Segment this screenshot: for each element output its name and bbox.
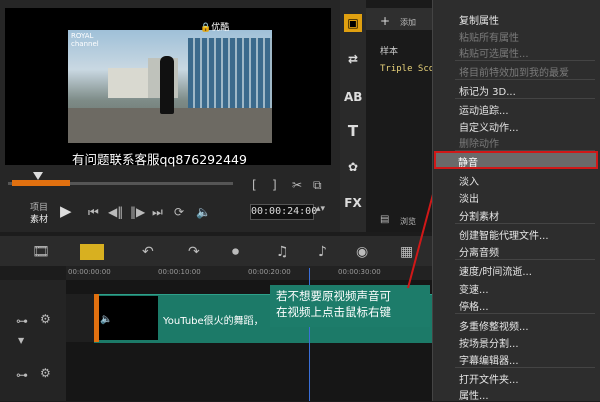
menu-item-copy-attributes[interactable]: 复制属性 bbox=[459, 12, 499, 27]
menu-item-paste-all-attributes[interactable]: 粘贴所有属性 bbox=[459, 29, 519, 44]
lock-track-icon[interactable]: ⊶ bbox=[16, 314, 28, 328]
timeline-view-icon[interactable] bbox=[80, 244, 104, 260]
youku-watermark: 🔒优酷 bbox=[200, 23, 230, 33]
menu-item-speed-time-lapse[interactable]: 速度/时间流逝... bbox=[459, 263, 532, 278]
text-icon[interactable]: T bbox=[344, 122, 362, 140]
menu-item-split-audio[interactable]: 分离音频 bbox=[459, 244, 499, 259]
menu-separator bbox=[455, 98, 595, 99]
menu-separator bbox=[455, 79, 595, 80]
menu-item-add-to-favorites[interactable]: 将目前特效加到我的最爱 bbox=[459, 64, 569, 79]
mark-out-button[interactable]: ] bbox=[272, 178, 277, 192]
clip-title: YouTube很火的舞蹈， bbox=[163, 316, 264, 327]
go-end-icon[interactable]: ⏭ bbox=[152, 205, 163, 220]
menu-item-variable-speed[interactable]: 变速... bbox=[459, 281, 489, 296]
video-caption: 有问题联系客服qq876292449 bbox=[72, 152, 247, 167]
track-header: ⊶ ⚙ ▼ ⊶ ⚙ bbox=[0, 280, 66, 401]
glass-building bbox=[188, 38, 272, 108]
add-label[interactable]: 添加 bbox=[400, 17, 416, 28]
undo-icon[interactable]: ↶ bbox=[142, 244, 154, 260]
annotation-line-2: 在视频上点击鼠标右键 bbox=[276, 305, 391, 319]
redo-icon[interactable]: ↷ bbox=[188, 244, 200, 260]
add-icon[interactable]: + bbox=[380, 14, 390, 28]
menu-item-fade-out[interactable]: 淡出 bbox=[459, 190, 479, 205]
storyboard-view-icon[interactable]: 🎞 bbox=[32, 244, 50, 260]
title-ab-icon[interactable]: AB bbox=[344, 88, 362, 106]
menu-item-fade-in[interactable]: 淡入 bbox=[459, 173, 479, 188]
menu-item-custom-motion[interactable]: 自定义动作... bbox=[459, 119, 519, 134]
repeat-icon[interactable]: ⟳ bbox=[174, 205, 184, 219]
background-building bbox=[108, 68, 148, 98]
prev-frame-icon[interactable]: ◀‖ bbox=[108, 205, 123, 219]
annotation-arrow-icon bbox=[407, 162, 445, 289]
ruler-tick: 00:00:10:00 bbox=[158, 268, 201, 276]
menu-item-mark-3d[interactable]: 标记为 3D... bbox=[459, 83, 516, 98]
media-icon[interactable]: ▣ bbox=[344, 14, 362, 32]
menu-item-mute-label: 静音 bbox=[458, 158, 478, 169]
trim-selection[interactable] bbox=[12, 180, 70, 186]
next-frame-icon[interactable]: ‖▶ bbox=[130, 205, 145, 219]
playhead-marker[interactable] bbox=[33, 172, 43, 180]
mode-clip-label[interactable]: 素材 bbox=[30, 212, 48, 225]
audio-speaker-icon: 🔈 bbox=[100, 314, 113, 325]
overlay-track-icon[interactable]: ⚙ bbox=[40, 366, 51, 380]
menu-item-freeze-frame[interactable]: 停格... bbox=[459, 298, 489, 313]
menu-item-paste-selected-attributes[interactable]: 粘贴可选属性... bbox=[459, 45, 529, 60]
link-track-icon[interactable]: ⊶ bbox=[16, 368, 28, 382]
context-menu: 复制属性 粘贴所有属性 粘贴可选属性... 将目前特效加到我的最爱 标记为 3D… bbox=[432, 0, 600, 402]
menu-separator bbox=[455, 223, 595, 224]
menu-item-subtitle-editor[interactable]: 字幕编辑器... bbox=[459, 352, 519, 367]
expand-track-icon[interactable]: ▼ bbox=[18, 336, 24, 345]
transition-icon[interactable]: ⇄ bbox=[344, 50, 362, 68]
clip-trim-handle[interactable] bbox=[94, 294, 99, 342]
menu-separator bbox=[455, 60, 595, 61]
menu-item-properties[interactable]: 属性... bbox=[459, 387, 489, 402]
menu-item-delete-motion[interactable]: 删除动作 bbox=[459, 135, 499, 150]
menu-item-split-clip[interactable]: 分割素材 bbox=[459, 208, 499, 223]
volume-icon[interactable]: 🔈 bbox=[196, 205, 211, 219]
channel-logo: ROYAL channel bbox=[71, 32, 99, 48]
library-item[interactable]: Triple Sco bbox=[380, 64, 434, 74]
record-capture-icon[interactable]: ⏺ bbox=[232, 244, 239, 260]
sample-label: 样本 bbox=[380, 47, 399, 57]
audio-mixer-icon[interactable]: ♫ bbox=[276, 244, 289, 260]
menu-item-multi-trim-video[interactable]: 多重修整视频... bbox=[459, 318, 529, 333]
dancer-figure bbox=[160, 56, 174, 114]
menu-separator bbox=[455, 259, 595, 260]
ruler-tick: 00:00:20:00 bbox=[248, 268, 291, 276]
menu-separator bbox=[455, 313, 595, 314]
ruler-tick: 00:00:00:00 bbox=[68, 268, 111, 276]
menu-item-open-folder[interactable]: 打开文件夹... bbox=[459, 371, 519, 386]
play-icon[interactable]: ▶ bbox=[60, 202, 72, 220]
menu-item-create-smart-proxy[interactable]: 创建智能代理文件... bbox=[459, 227, 549, 242]
menu-item-motion-tracking[interactable]: 运动追踪... bbox=[459, 102, 509, 117]
library-header bbox=[366, 8, 432, 30]
menu-separator bbox=[455, 367, 595, 368]
video-track-icon[interactable]: ⚙ bbox=[40, 312, 51, 326]
menu-item-split-by-scene[interactable]: 按场景分割... bbox=[459, 335, 519, 350]
menu-item-mute[interactable]: 静音 bbox=[434, 151, 598, 169]
mark-in-button[interactable]: [ bbox=[252, 178, 257, 192]
go-start-icon[interactable]: ⏮ bbox=[88, 205, 99, 220]
